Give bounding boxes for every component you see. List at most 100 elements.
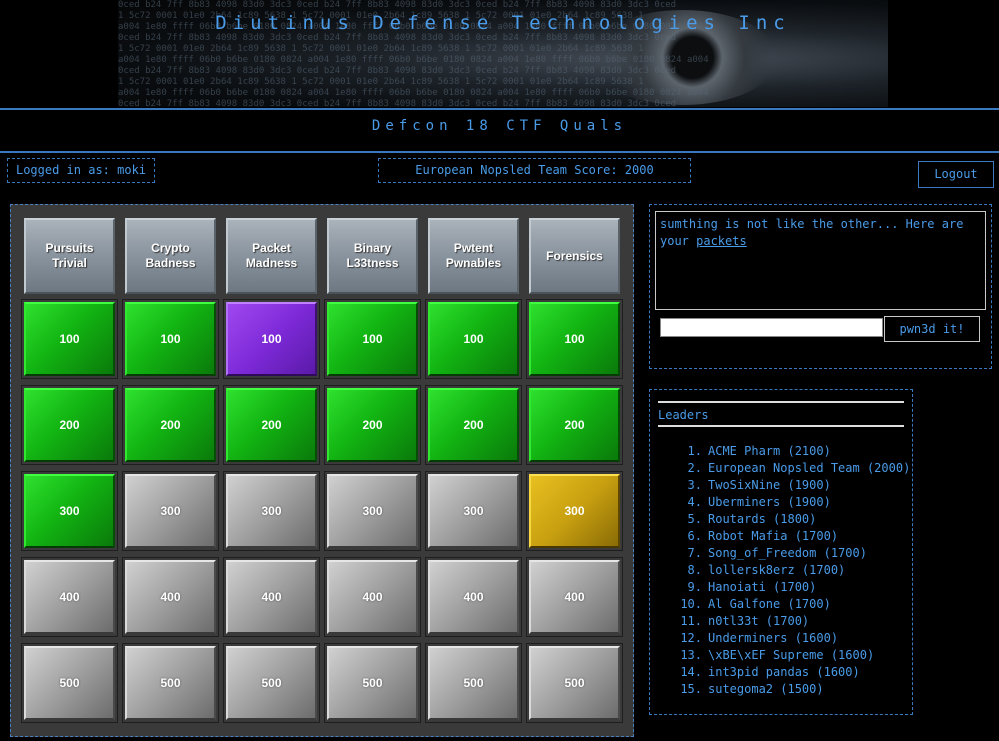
leader-name-score: Routards (1800) [708,512,817,526]
leader-rank: 14. [680,665,702,679]
question-tile-500[interactable]: 500 [529,646,620,720]
leader-entry: 3. TwoSixNine (1900) [676,477,910,494]
leader-rank: 8. [687,563,702,577]
leader-entry: 10. Al Galfone (1700) [676,596,910,613]
leader-rank: 11. [680,614,702,628]
question-tile-400[interactable]: 400 [226,560,317,634]
category-header: Binary L33tness [327,218,418,294]
leader-name-score: \xBE\xEF Supreme (1600) [708,648,875,662]
question-tile-400[interactable]: 400 [428,560,519,634]
leader-entry: 1. ACME Pharm (2100) [676,443,910,460]
category-label-line: Crypto [151,241,190,255]
logged-in-text: Logged in as: moki [15,163,147,177]
question-tile-100[interactable]: 100 [529,302,620,376]
leader-name-score: sutegoma2 (1500) [708,682,824,696]
leaders-title: Leaders [658,408,709,422]
leader-entry: 11. n0tl33t (1700) [676,613,910,630]
category-label: Pwtent Pwnables [446,241,501,271]
question-tile-300[interactable]: 300 [125,474,216,548]
leader-rank: 4. [687,495,702,509]
question-tile-200[interactable]: 200 [327,388,418,462]
leader-name-score: Song_of_Freedom (1700) [708,546,867,560]
question-tile-300[interactable]: 300 [226,474,317,548]
question-tile-400[interactable]: 400 [529,560,620,634]
category-header: Crypto Badness [125,218,216,294]
leader-entry: 14. int3pid pandas (1600) [676,664,910,681]
packets-link[interactable]: packets [696,234,747,248]
question-tile-500[interactable]: 500 [327,646,418,720]
leader-rank: 6. [687,529,702,543]
divider-top [0,108,999,110]
category-label: Pursuits Trivial [45,241,93,271]
category-label: Packet Madness [246,241,297,271]
leader-entry: 4. Uberminers (1900) [676,494,910,511]
leader-name-score: European Nopsled Team (2000) [708,461,911,475]
question-tile-200[interactable]: 200 [24,388,115,462]
question-tile-400[interactable]: 400 [327,560,418,634]
category-label: Crypto Badness [145,241,195,271]
question-tile-200[interactable]: 200 [428,388,519,462]
leader-rank: 15. [680,682,702,696]
category-label-line: Badness [145,256,196,270]
question-tile-100[interactable]: 100 [327,302,418,376]
leader-rank: 2. [687,461,702,475]
question-tile-300[interactable]: 300 [428,474,519,548]
leader-name-score: ACME Pharm (2100) [708,444,831,458]
question-tile-200[interactable]: 200 [529,388,620,462]
question-tile-200[interactable]: 200 [226,388,317,462]
leader-rank: 1. [687,444,702,458]
question-tile-400[interactable]: 400 [24,560,115,634]
category-header: Pursuits Trivial [24,218,115,294]
question-tile-300[interactable]: 300 [529,474,620,548]
question-tile-500[interactable]: 500 [125,646,216,720]
question-tile-100[interactable]: 100 [24,302,115,376]
leader-rank: 5. [687,512,702,526]
question-tile-300[interactable]: 300 [327,474,418,548]
category-label-line: Forensics [546,248,603,263]
site-title: Diutinus Defense Technologies Inc [215,12,791,34]
category-label-line: Trivial [52,256,87,270]
question-tile-500[interactable]: 500 [24,646,115,720]
category-header: Forensics [529,218,620,294]
question-tile-100[interactable]: 100 [125,302,216,376]
leader-entry: 12. Underminers (1600) [676,630,910,647]
answer-input[interactable] [660,318,883,337]
page-subtitle: Defcon 18 CTF Quals [371,118,628,134]
question-tile-500[interactable]: 500 [226,646,317,720]
category-label-line: Madness [245,256,298,270]
leader-entry: 13. \xBE\xEF Supreme (1600) [676,647,910,664]
leader-name-score: Al Galfone (1700) [708,597,831,611]
leader-entry: 15. sutegoma2 (1500) [676,681,910,698]
question-text-box: sumthing is not like the other... Here a… [655,211,986,310]
leader-rank: 10. [680,597,702,611]
question-tile-300[interactable]: 300 [24,474,115,548]
logged-in-box: Logged in as: moki [7,158,155,183]
category-label: Forensics [546,249,603,264]
logout-button[interactable]: Logout [918,161,994,188]
question-tile-400[interactable]: 400 [125,560,216,634]
leader-entry: 6. Robot Mafia (1700) [676,528,910,545]
leader-name-score: TwoSixNine (1900) [708,478,831,492]
leader-entry: 5. Routards (1800) [676,511,910,528]
question-tile-500[interactable]: 500 [428,646,519,720]
category-label: Binary L33tness [346,241,398,271]
leader-rank: 7. [687,546,702,560]
leader-name-score: Robot Mafia (1700) [708,529,839,543]
submit-answer-button[interactable]: pwn3d it! [884,316,980,342]
leader-name-score: n0tl33t (1700) [708,614,810,628]
question-tile-100[interactable]: 100 [428,302,519,376]
leader-name-score: Hanoiati (1700) [708,580,817,594]
leaders-rule-top [658,401,904,403]
leader-name-score: lollersk8erz (1700) [708,563,846,577]
category-header: Packet Madness [226,218,317,294]
category-label-line: Pursuits [45,241,94,255]
leader-name-score: Underminers (1600) [708,631,839,645]
question-tile-100[interactable]: 100 [226,302,317,376]
category-label-line: L33tness [346,256,399,270]
category-label-line: Pwnables [445,256,502,270]
leader-rank: 9. [687,580,702,594]
leader-rank: 3. [687,478,702,492]
question-tile-200[interactable]: 200 [125,388,216,462]
team-score-box: European Nopsled Team Score: 2000 [378,158,691,183]
category-header: Pwtent Pwnables [428,218,519,294]
